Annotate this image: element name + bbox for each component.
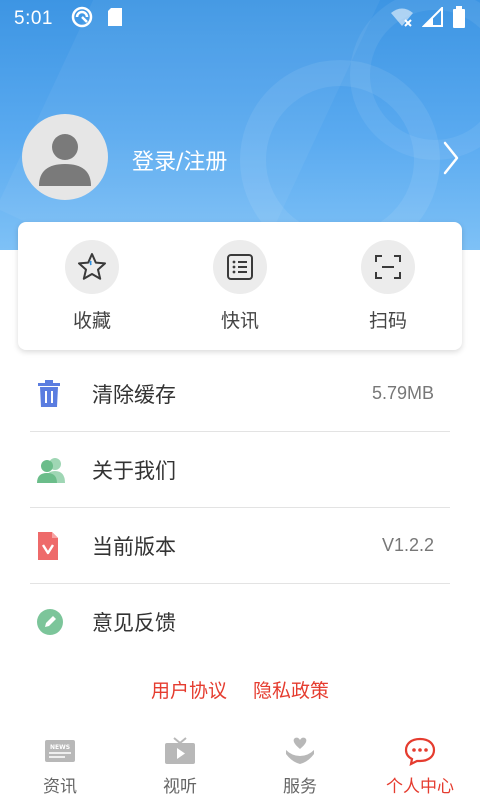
menu-item-clear-cache[interactable]: 清除缓存 5.79MB [30, 356, 450, 432]
scan-icon [361, 240, 415, 294]
quick-action-favorites[interactable]: 收藏 [18, 222, 166, 350]
tab-personal-center[interactable]: 个人中心 [360, 730, 480, 800]
menu-item-label: 清除缓存 [92, 382, 176, 407]
cache-size-value: 5.79MB [371, 383, 434, 403]
tab-label: 个人中心 [386, 777, 454, 797]
app-notification-icon [71, 6, 93, 32]
signal-icon [421, 5, 444, 31]
bottom-tab-bar: NEWS 资讯 视听 服务 个人中心 [0, 730, 480, 800]
quick-action-label: 快讯 [220, 310, 259, 332]
chat-icon [403, 734, 437, 768]
service-icon [284, 734, 316, 768]
battery-icon [452, 6, 466, 32]
menu-item-label: 关于我们 [92, 458, 176, 483]
status-bar: 5:01 [0, 0, 480, 38]
pencil-icon [36, 602, 76, 642]
wifi-icon [390, 7, 414, 31]
version-value: V1.2.2 [381, 535, 434, 555]
menu-item-label: 意见反馈 [92, 611, 176, 635]
tab-label: 服务 [283, 777, 317, 797]
menu-item-feedback[interactable]: 意见反馈 [30, 584, 450, 660]
tab-label: 资讯 [43, 777, 77, 797]
quick-actions-card: 收藏 快讯 扫码 [18, 222, 462, 350]
tv-icon [163, 734, 197, 768]
quick-action-label: 扫码 [368, 310, 407, 332]
status-time: 5:01 [14, 8, 53, 29]
version-doc-icon [36, 526, 76, 566]
star-icon [65, 240, 119, 294]
svg-text:NEWS: NEWS [50, 744, 70, 751]
quick-action-scan[interactable]: 扫码 [314, 222, 462, 350]
trash-icon [36, 374, 76, 414]
settings-menu: 清除缓存 5.79MB 关于我们 当前版本 V1.2.2 意见反馈 [30, 356, 450, 660]
privacy-policy-link[interactable]: 隐私政策 [253, 676, 329, 703]
tab-audiovisual[interactable]: 视听 [120, 730, 240, 800]
user-agreement-link[interactable]: 用户协议 [151, 676, 227, 703]
users-icon [36, 450, 76, 490]
avatar[interactable] [22, 114, 108, 200]
menu-item-label: 当前版本 [92, 534, 176, 559]
tab-news[interactable]: NEWS 资讯 [0, 730, 120, 800]
agreement-links: 用户协议 隐私政策 [0, 676, 480, 703]
default-user-icon [39, 134, 91, 186]
quick-action-label: 收藏 [72, 310, 111, 332]
menu-item-current-version[interactable]: 当前版本 V1.2.2 [30, 508, 450, 584]
login-register-link[interactable]: 登录/注册 [132, 144, 227, 176]
news-icon: NEWS [43, 734, 77, 768]
menu-item-about-us[interactable]: 关于我们 [30, 432, 450, 508]
list-icon [213, 240, 267, 294]
sd-card-icon [107, 7, 123, 31]
tab-services[interactable]: 服务 [240, 730, 360, 800]
quick-action-news-flash[interactable]: 快讯 [166, 222, 314, 350]
chevron-right-icon[interactable] [442, 140, 460, 180]
tab-label: 视听 [163, 777, 197, 797]
